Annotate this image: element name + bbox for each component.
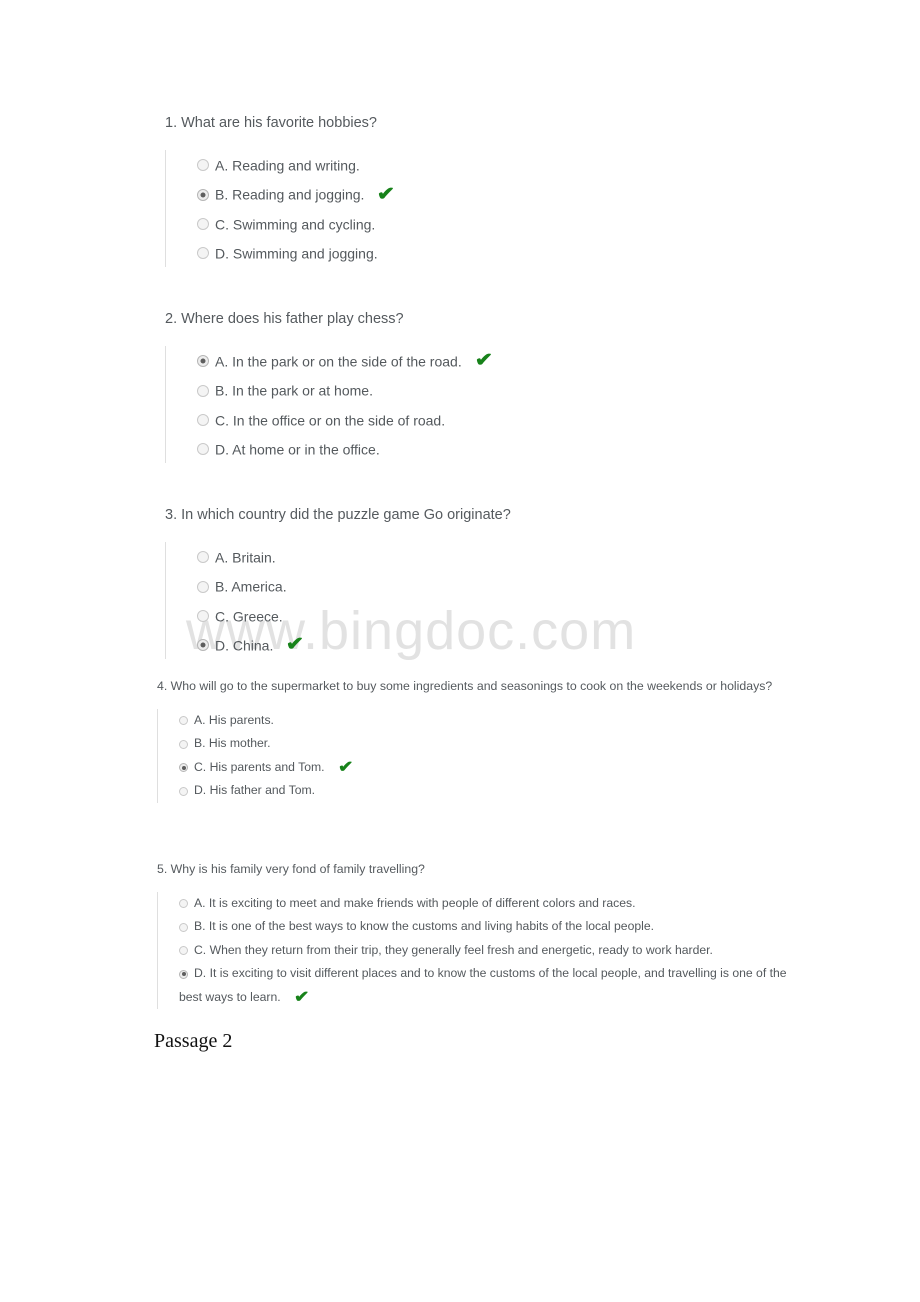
option-label: C. When they return from their trip, the… [194,942,713,957]
option-row[interactable]: A. It is exciting to meet and make frien… [179,892,807,916]
radio-button[interactable] [197,609,209,622]
radio-button[interactable] [197,413,209,426]
question-text: 3. In which country did the puzzle game … [165,507,511,523]
radio-button-selected[interactable] [197,639,209,652]
correct-answer-check-icon: ✔ [337,758,353,776]
radio-button[interactable] [197,580,209,593]
question-block: 1. What are his favorite hobbies? A. Read… [165,113,725,268]
radio-button-selected[interactable] [179,969,188,979]
option-label: D. His father and Tom. [194,783,316,798]
option-row[interactable]: A. In the park or on the side of the roa… [197,346,765,375]
radio-button-selected[interactable] [197,188,209,201]
option-label: A. His parents. [194,712,274,727]
radio-button[interactable] [197,247,209,260]
option-label: B. Reading and jogging. [215,186,365,203]
radio-button[interactable] [197,159,209,172]
document-page: www.bingdoc.com 1. What are his favorite… [0,0,920,1302]
radio-dot-icon [200,192,206,198]
option-row[interactable]: C. Swimming and cycling. [197,209,725,238]
option-label: C. Greece. [215,607,283,624]
option-label: C. In the office or on the side of road. [215,411,446,428]
question-text: 1. What are his favorite hobbies? [165,115,377,131]
question-text: 2. Where does his father play chess? [165,311,404,327]
option-row[interactable]: D. At home or in the office. [197,434,765,463]
correct-answer-check-icon: ✔ [286,634,305,656]
option-row[interactable]: B. Reading and jogging. ✔ [197,179,725,208]
radio-dot-icon [200,642,206,648]
question-text: 5. Why is his family very fond of family… [157,862,425,876]
radio-dot-icon [200,358,206,364]
option-label: C. Swimming and cycling. [215,215,376,232]
option-label: B. It is one of the best ways to know th… [194,919,655,934]
radio-dot-icon [181,972,186,977]
option-row[interactable]: A. Reading and writing. [197,150,725,179]
option-row[interactable]: B. America. [197,571,765,600]
option-row[interactable]: A. His parents. [179,709,777,733]
radio-button-selected[interactable] [179,763,188,773]
radio-button[interactable] [179,922,188,932]
question-block: 3. In which country did the puzzle game … [165,505,765,660]
option-list: A. It is exciting to meet and make frien… [157,891,807,1010]
radio-button-selected[interactable] [197,355,209,368]
option-list: A. His parents. B. His mother. C. His pare… [157,708,777,803]
option-label: B. In the park or at home. [215,382,373,399]
option-label: B. America. [215,578,287,595]
option-row[interactable]: D. His father and Tom. [179,779,777,803]
option-label: D. It is exciting to visit different pla… [179,966,787,1004]
option-row[interactable]: C. In the office or on the side of road. [197,405,765,434]
option-label: B. His mother. [194,736,271,751]
correct-answer-check-icon: ✔ [377,183,396,205]
radio-dot-icon [181,765,186,770]
correct-answer-check-icon: ✔ [293,988,310,1006]
option-row[interactable]: D. China. ✔ [197,630,765,659]
option-row[interactable]: B. His mother. [179,732,777,756]
option-list: A. Reading and writing. B. Reading and jo… [165,150,725,268]
question-block: 4. Who will go to the supermarket to buy… [157,678,777,803]
option-row[interactable]: D. Swimming and jogging. [197,238,725,267]
passage-heading: Passage 2 [154,1030,233,1052]
option-row[interactable]: B. In the park or at home. [197,375,765,404]
correct-answer-check-icon: ✔ [474,350,493,372]
option-row[interactable]: D. It is exciting to visit different pla… [179,962,807,1009]
question-block: 5. Why is his family very fond of family… [157,861,807,1010]
radio-button[interactable] [179,946,188,956]
option-row[interactable]: C. His parents and Tom. ✔ [179,756,777,780]
radio-button[interactable] [197,384,209,397]
option-list: A. In the park or on the side of the roa… [165,346,765,464]
radio-button[interactable] [179,716,188,726]
option-label: D. Swimming and jogging. [215,245,378,262]
option-label: A. It is exciting to meet and make frien… [194,895,636,910]
option-label: A. Reading and writing. [215,157,360,174]
question-block: 2. Where does his father play chess? A. I… [165,309,765,464]
radio-button[interactable] [197,217,209,230]
option-row[interactable]: C. When they return from their trip, the… [179,939,807,963]
option-row[interactable]: C. Greece. [197,601,765,630]
question-text: 4. Who will go to the supermarket to buy… [157,679,773,693]
radio-button[interactable] [197,443,209,456]
option-list: A. Britain. B. America. C. Greece. D. China… [165,542,765,660]
option-label: A. Britain. [215,549,276,566]
radio-button[interactable] [197,551,209,564]
option-label: D. China. [215,637,274,654]
option-row[interactable]: A. Britain. [197,542,765,571]
radio-button[interactable] [179,786,188,796]
option-label: D. At home or in the office. [215,441,380,458]
option-row[interactable]: B. It is one of the best ways to know th… [179,915,807,939]
option-label: C. His parents and Tom. [194,759,325,774]
option-label: A. In the park or on the side of the roa… [215,353,462,370]
radio-button[interactable] [179,739,188,749]
radio-button[interactable] [179,899,188,909]
